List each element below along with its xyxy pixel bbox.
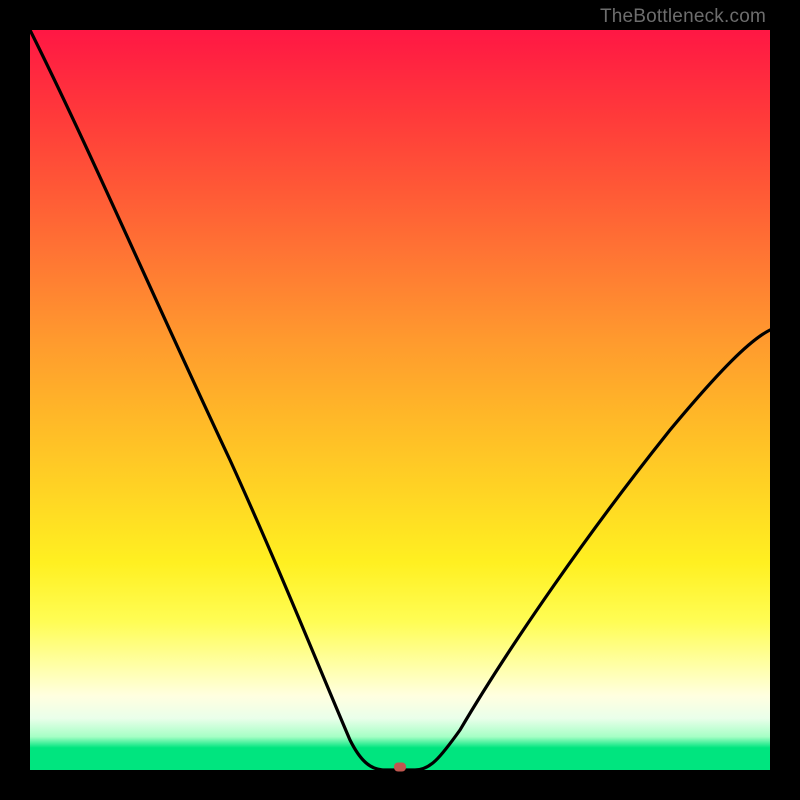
watermark-text: TheBottleneck.com xyxy=(600,6,766,28)
plot-area xyxy=(30,30,770,770)
bottleneck-curve xyxy=(30,30,770,770)
chart-frame: TheBottleneck.com xyxy=(0,0,800,800)
bottleneck-marker xyxy=(394,763,406,772)
curve-svg xyxy=(30,30,770,770)
